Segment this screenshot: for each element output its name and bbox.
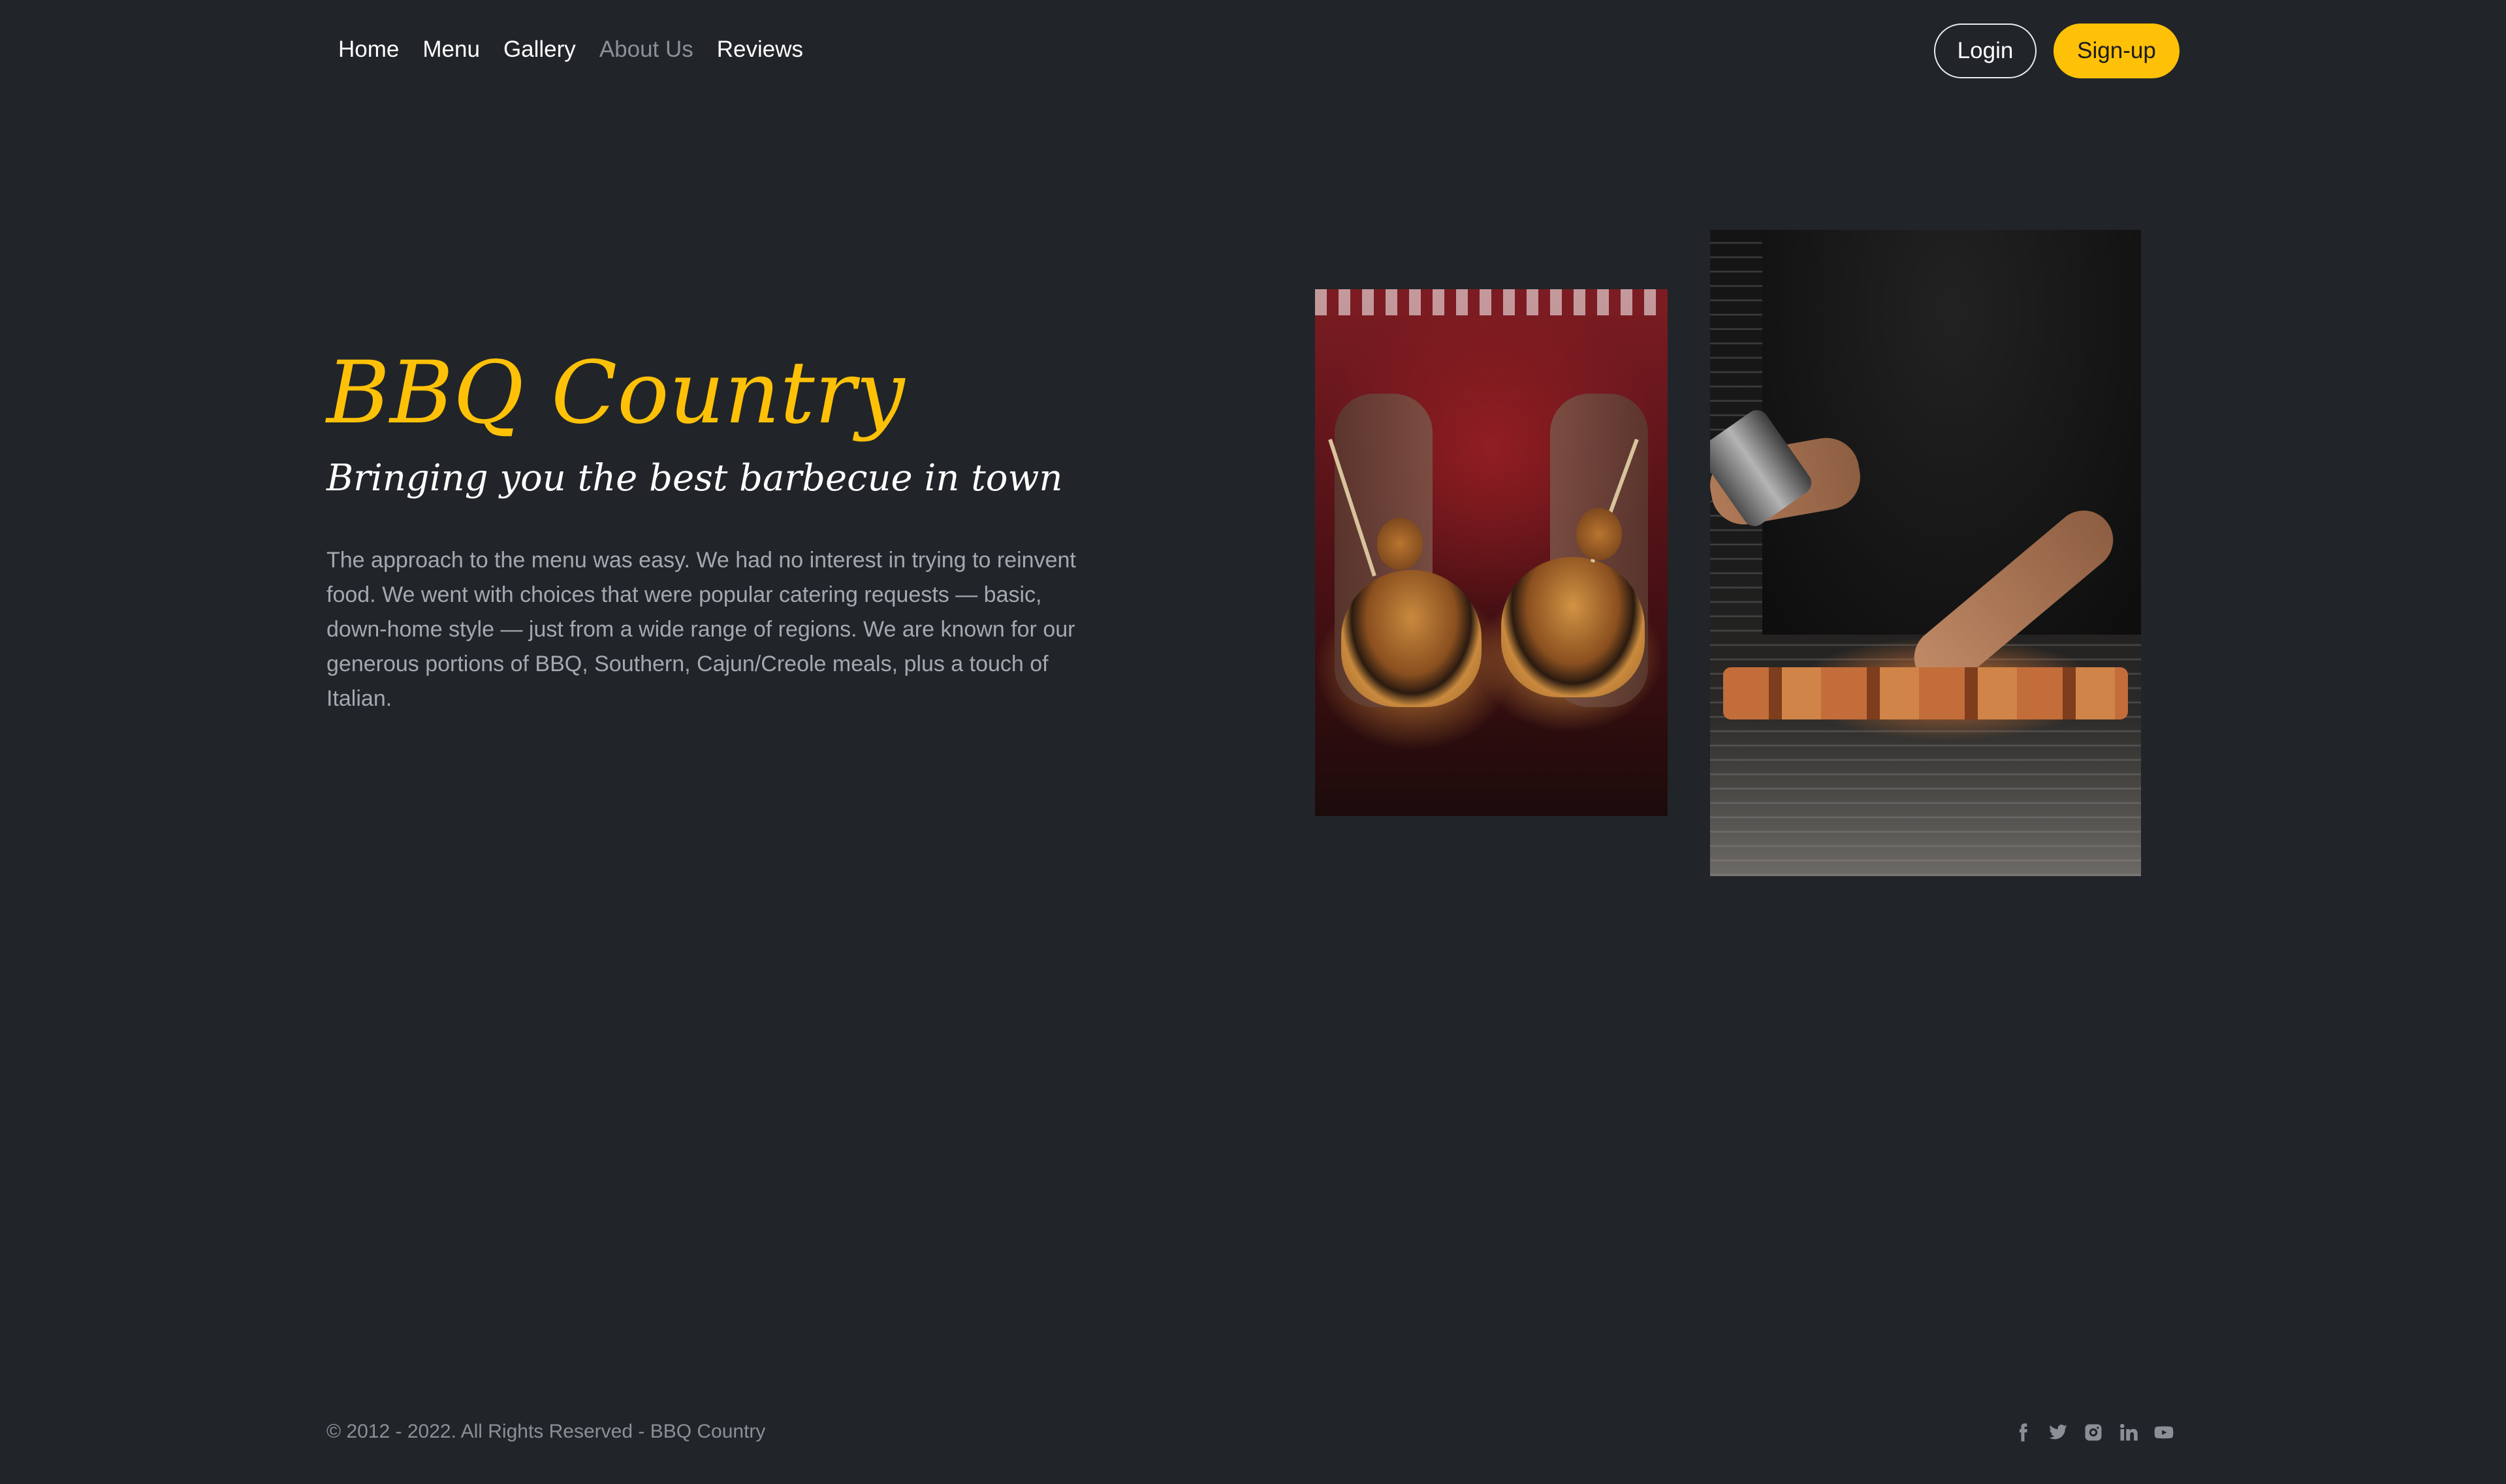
main-nav: Home Menu Gallery About Us Reviews — [338, 37, 803, 63]
nav-menu[interactable]: Menu — [422, 37, 480, 63]
instagram-icon[interactable] — [2083, 1422, 2104, 1443]
nav-about-us[interactable]: About Us — [599, 37, 693, 63]
nav-home[interactable]: Home — [338, 37, 399, 63]
grill-photo — [1710, 230, 2141, 876]
burgers-photo — [1315, 289, 1668, 816]
signup-button[interactable]: Sign-up — [2054, 24, 2180, 78]
youtube-icon[interactable] — [2153, 1422, 2174, 1443]
social-links — [2012, 1422, 2174, 1443]
page: Home Menu Gallery About Us Reviews Login… — [0, 0, 2506, 1484]
facebook-icon[interactable] — [2012, 1422, 2033, 1443]
footer-copyright: © 2012 - 2022. All Rights Reserved - BBQ… — [326, 1421, 766, 1442]
hero-description: The approach to the menu was easy. We ha… — [326, 548, 1076, 711]
twitter-icon[interactable] — [2048, 1422, 2069, 1443]
hero-title: BBQ Country — [326, 343, 905, 443]
login-button[interactable]: Login — [1934, 24, 2037, 78]
auth-buttons: Login Sign-up — [1934, 24, 2180, 78]
nav-gallery[interactable]: Gallery — [503, 37, 576, 63]
hero-subtitle: Bringing you the best barbecue in town — [326, 457, 1063, 499]
linkedin-icon[interactable] — [2118, 1422, 2139, 1443]
nav-reviews[interactable]: Reviews — [717, 37, 803, 63]
